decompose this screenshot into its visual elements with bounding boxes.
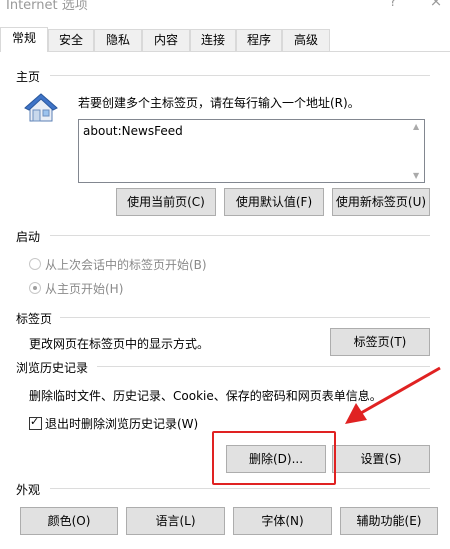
- languages-button[interactable]: 语言(L): [126, 507, 225, 535]
- fonts-button[interactable]: 字体(N): [233, 507, 332, 535]
- appearance-section-title: 外观: [16, 481, 47, 498]
- tab-general[interactable]: 常规: [0, 27, 48, 52]
- colors-button[interactable]: 颜色(O): [20, 507, 118, 535]
- annotation-arrow-icon: [345, 366, 441, 424]
- appearance-section-divider: [50, 488, 430, 489]
- accessibility-button[interactable]: 辅助功能(E): [340, 507, 438, 535]
